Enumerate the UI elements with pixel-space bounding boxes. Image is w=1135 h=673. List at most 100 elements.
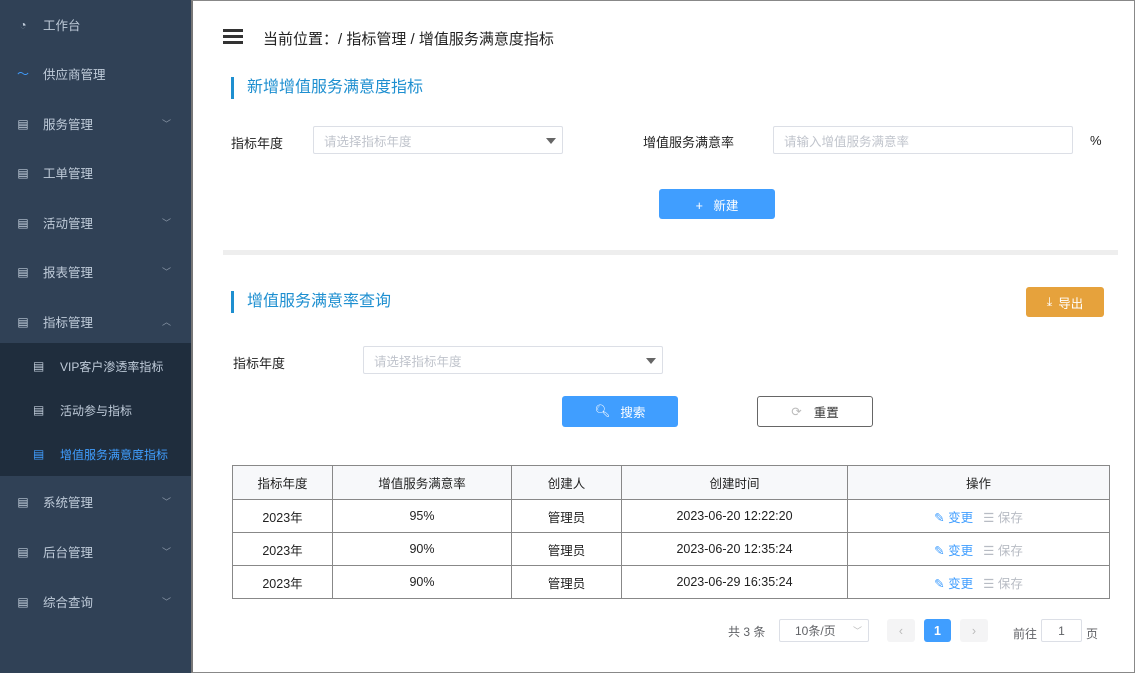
menu-toggle-icon[interactable] [223, 29, 249, 47]
reset-button[interactable]: ⟳ 重置 [757, 396, 873, 427]
document-icon: ▤ [33, 359, 45, 373]
chevron-down-icon: ﹀ [162, 119, 172, 129]
sidebar-subitem-satisfaction[interactable]: ▤ 增值服务满意度指标 [0, 432, 191, 476]
cell-year: 2023年 [232, 532, 333, 566]
percent-unit: % [1090, 133, 1102, 148]
cell-actions: ✎ 变更 ☰ 保存 [847, 565, 1110, 599]
cell-rate: 90% [332, 565, 512, 599]
year-label: 指标年度 [231, 136, 284, 151]
page-unit: 页 [1086, 627, 1099, 641]
sliders-icon: ☰ [983, 543, 995, 558]
create-section-title: 新增增值服务满意度指标 [231, 77, 423, 99]
save-button[interactable]: ☰ 保存 [983, 544, 1023, 558]
goto-label: 前往 [1013, 627, 1038, 641]
document-icon: ▤ [17, 594, 29, 609]
cell-actions: ✎ 变更 ☰ 保存 [847, 499, 1110, 533]
chevron-down-icon: ﹀ [162, 597, 172, 607]
table-row: 2023年 90% 管理员 2023-06-29 16:35:24 ✎ 变更 ☰ … [232, 565, 1110, 599]
sidebar-item[interactable]: ▤ 活动管理 ﹀ [0, 198, 191, 247]
export-button[interactable]: ⤓ 导出 [1026, 287, 1104, 317]
query-year-label: 指标年度 [233, 356, 286, 371]
save-button[interactable]: ☰ 保存 [983, 577, 1023, 591]
edit-button[interactable]: ✎ 变更 [934, 544, 973, 558]
cell-creator: 管理员 [511, 499, 622, 533]
sidebar-item[interactable]: ▤ 综合查询 ﹀ [0, 577, 191, 626]
col-header: 创建时间 [621, 465, 848, 500]
divider [223, 250, 1118, 255]
table-row: 2023年 90% 管理员 2023-06-20 12:35:24 ✎ 变更 ☰ … [232, 532, 1110, 566]
document-icon: ▤ [17, 215, 29, 230]
document-icon: ▤ [17, 314, 29, 329]
rate-label: 增值服务满意率 [643, 135, 735, 150]
query-section-title: 增值服务满意率查询 [231, 291, 391, 313]
document-icon: ▤ [17, 494, 29, 509]
sidebar-item[interactable]: ▤ 指标管理 ︿ [0, 297, 191, 346]
cell-time: 2023-06-20 12:22:20 [621, 499, 848, 533]
sliders-icon: ☰ [983, 576, 995, 591]
cell-creator: 管理员 [511, 565, 622, 599]
rate-input[interactable]: 请输入增值服务满意率 [773, 126, 1073, 154]
sidebar: ▤ VIP客户渗透率指标 ▤ 活动参与指标 ▤ 增值服务满意度指标 ◔ 工作台 〜 供… [0, 0, 191, 673]
new-button[interactable]: + 新建 [659, 189, 775, 219]
caret-down-icon [646, 358, 656, 364]
cell-actions: ✎ 变更 ☰ 保存 [847, 532, 1110, 566]
caret-down-icon [546, 138, 556, 144]
cell-year: 2023年 [232, 565, 333, 599]
search-icon: 🔍︎ [594, 404, 611, 418]
chevron-down-icon: ﹀ [162, 497, 172, 507]
cell-creator: 管理员 [511, 532, 622, 566]
sidebar-item[interactable]: ◔ 工作台 [0, 0, 191, 49]
prev-page-button[interactable]: ‹ [887, 619, 915, 642]
pencil-icon: ✎ [934, 510, 945, 525]
sidebar-item[interactable]: ▤ 工单管理 [0, 148, 191, 197]
page-size-select[interactable]: 10条/页 ﹀ [779, 619, 869, 642]
breadcrumb: 当前位置：/ 指标管理 / 增值服务满意度指标 [263, 31, 554, 48]
chevron-down-icon: ﹀ [852, 626, 862, 636]
sidebar-item[interactable]: 〜 供应商管理 [0, 49, 191, 98]
download-icon: ⤓ [1046, 294, 1053, 309]
sidebar-item[interactable]: ▤ 系统管理 ﹀ [0, 477, 191, 526]
document-icon: ▤ [17, 165, 29, 180]
document-icon: ▤ [17, 264, 29, 279]
total-count: 共 3 条 [728, 625, 766, 639]
col-header: 操作 [847, 465, 1110, 500]
main-content: 当前位置：/ 指标管理 / 增值服务满意度指标 新增增值服务满意度指标 指标年度… [191, 0, 1135, 673]
results-table: 指标年度 增值服务满意率 创建人 创建时间 操作 2023年 95% 管理员 2… [232, 465, 1110, 599]
pencil-icon: ✎ [934, 543, 945, 558]
refresh-icon: ⟳ [791, 405, 802, 419]
cell-year: 2023年 [232, 499, 333, 533]
chevron-down-icon: ﹀ [162, 218, 172, 228]
chevron-up-icon: ︿ [162, 317, 172, 327]
cell-rate: 95% [332, 499, 512, 533]
document-icon: ▤ [17, 544, 29, 559]
next-page-button[interactable]: › [960, 619, 988, 642]
chevron-down-icon: ﹀ [162, 547, 172, 557]
query-year-select[interactable]: 请选择指标年度 [363, 346, 663, 374]
year-select[interactable]: 请选择指标年度 [313, 126, 563, 154]
goto-page-input[interactable]: 1 [1041, 619, 1082, 642]
document-icon: ▤ [17, 116, 29, 131]
sliders-icon: ☰ [983, 510, 995, 525]
cell-rate: 90% [332, 532, 512, 566]
sidebar-subitem-activity[interactable]: ▤ 活动参与指标 [0, 388, 191, 432]
chevron-down-icon: ﹀ [162, 267, 172, 277]
sidebar-item[interactable]: ▤ 报表管理 ﹀ [0, 247, 191, 296]
sidebar-item[interactable]: ▤ 服务管理 ﹀ [0, 99, 191, 148]
sidebar-item[interactable]: ▤ 后台管理 ﹀ [0, 527, 191, 576]
col-header: 创建人 [511, 465, 622, 500]
document-icon: ▤ [33, 447, 45, 461]
cell-time: 2023-06-20 12:35:24 [621, 532, 848, 566]
table-row: 2023年 95% 管理员 2023-06-20 12:22:20 ✎ 变更 ☰ … [232, 499, 1110, 533]
trend-icon: 〜 [16, 67, 29, 81]
edit-button[interactable]: ✎ 变更 [934, 577, 973, 591]
sidebar-subitem-vip[interactable]: ▤ VIP客户渗透率指标 [0, 344, 191, 388]
page-1-button[interactable]: 1 [924, 619, 951, 642]
submenu: ▤ VIP客户渗透率指标 ▤ 活动参与指标 ▤ 增值服务满意度指标 [0, 343, 191, 476]
save-button[interactable]: ☰ 保存 [983, 511, 1023, 525]
cell-time: 2023-06-29 16:35:24 [621, 565, 848, 599]
document-icon: ▤ [33, 403, 45, 417]
search-button[interactable]: 🔍︎ 搜索 [562, 396, 678, 427]
col-header: 增值服务满意率 [332, 465, 512, 500]
col-header: 指标年度 [232, 465, 333, 500]
edit-button[interactable]: ✎ 变更 [934, 511, 973, 525]
